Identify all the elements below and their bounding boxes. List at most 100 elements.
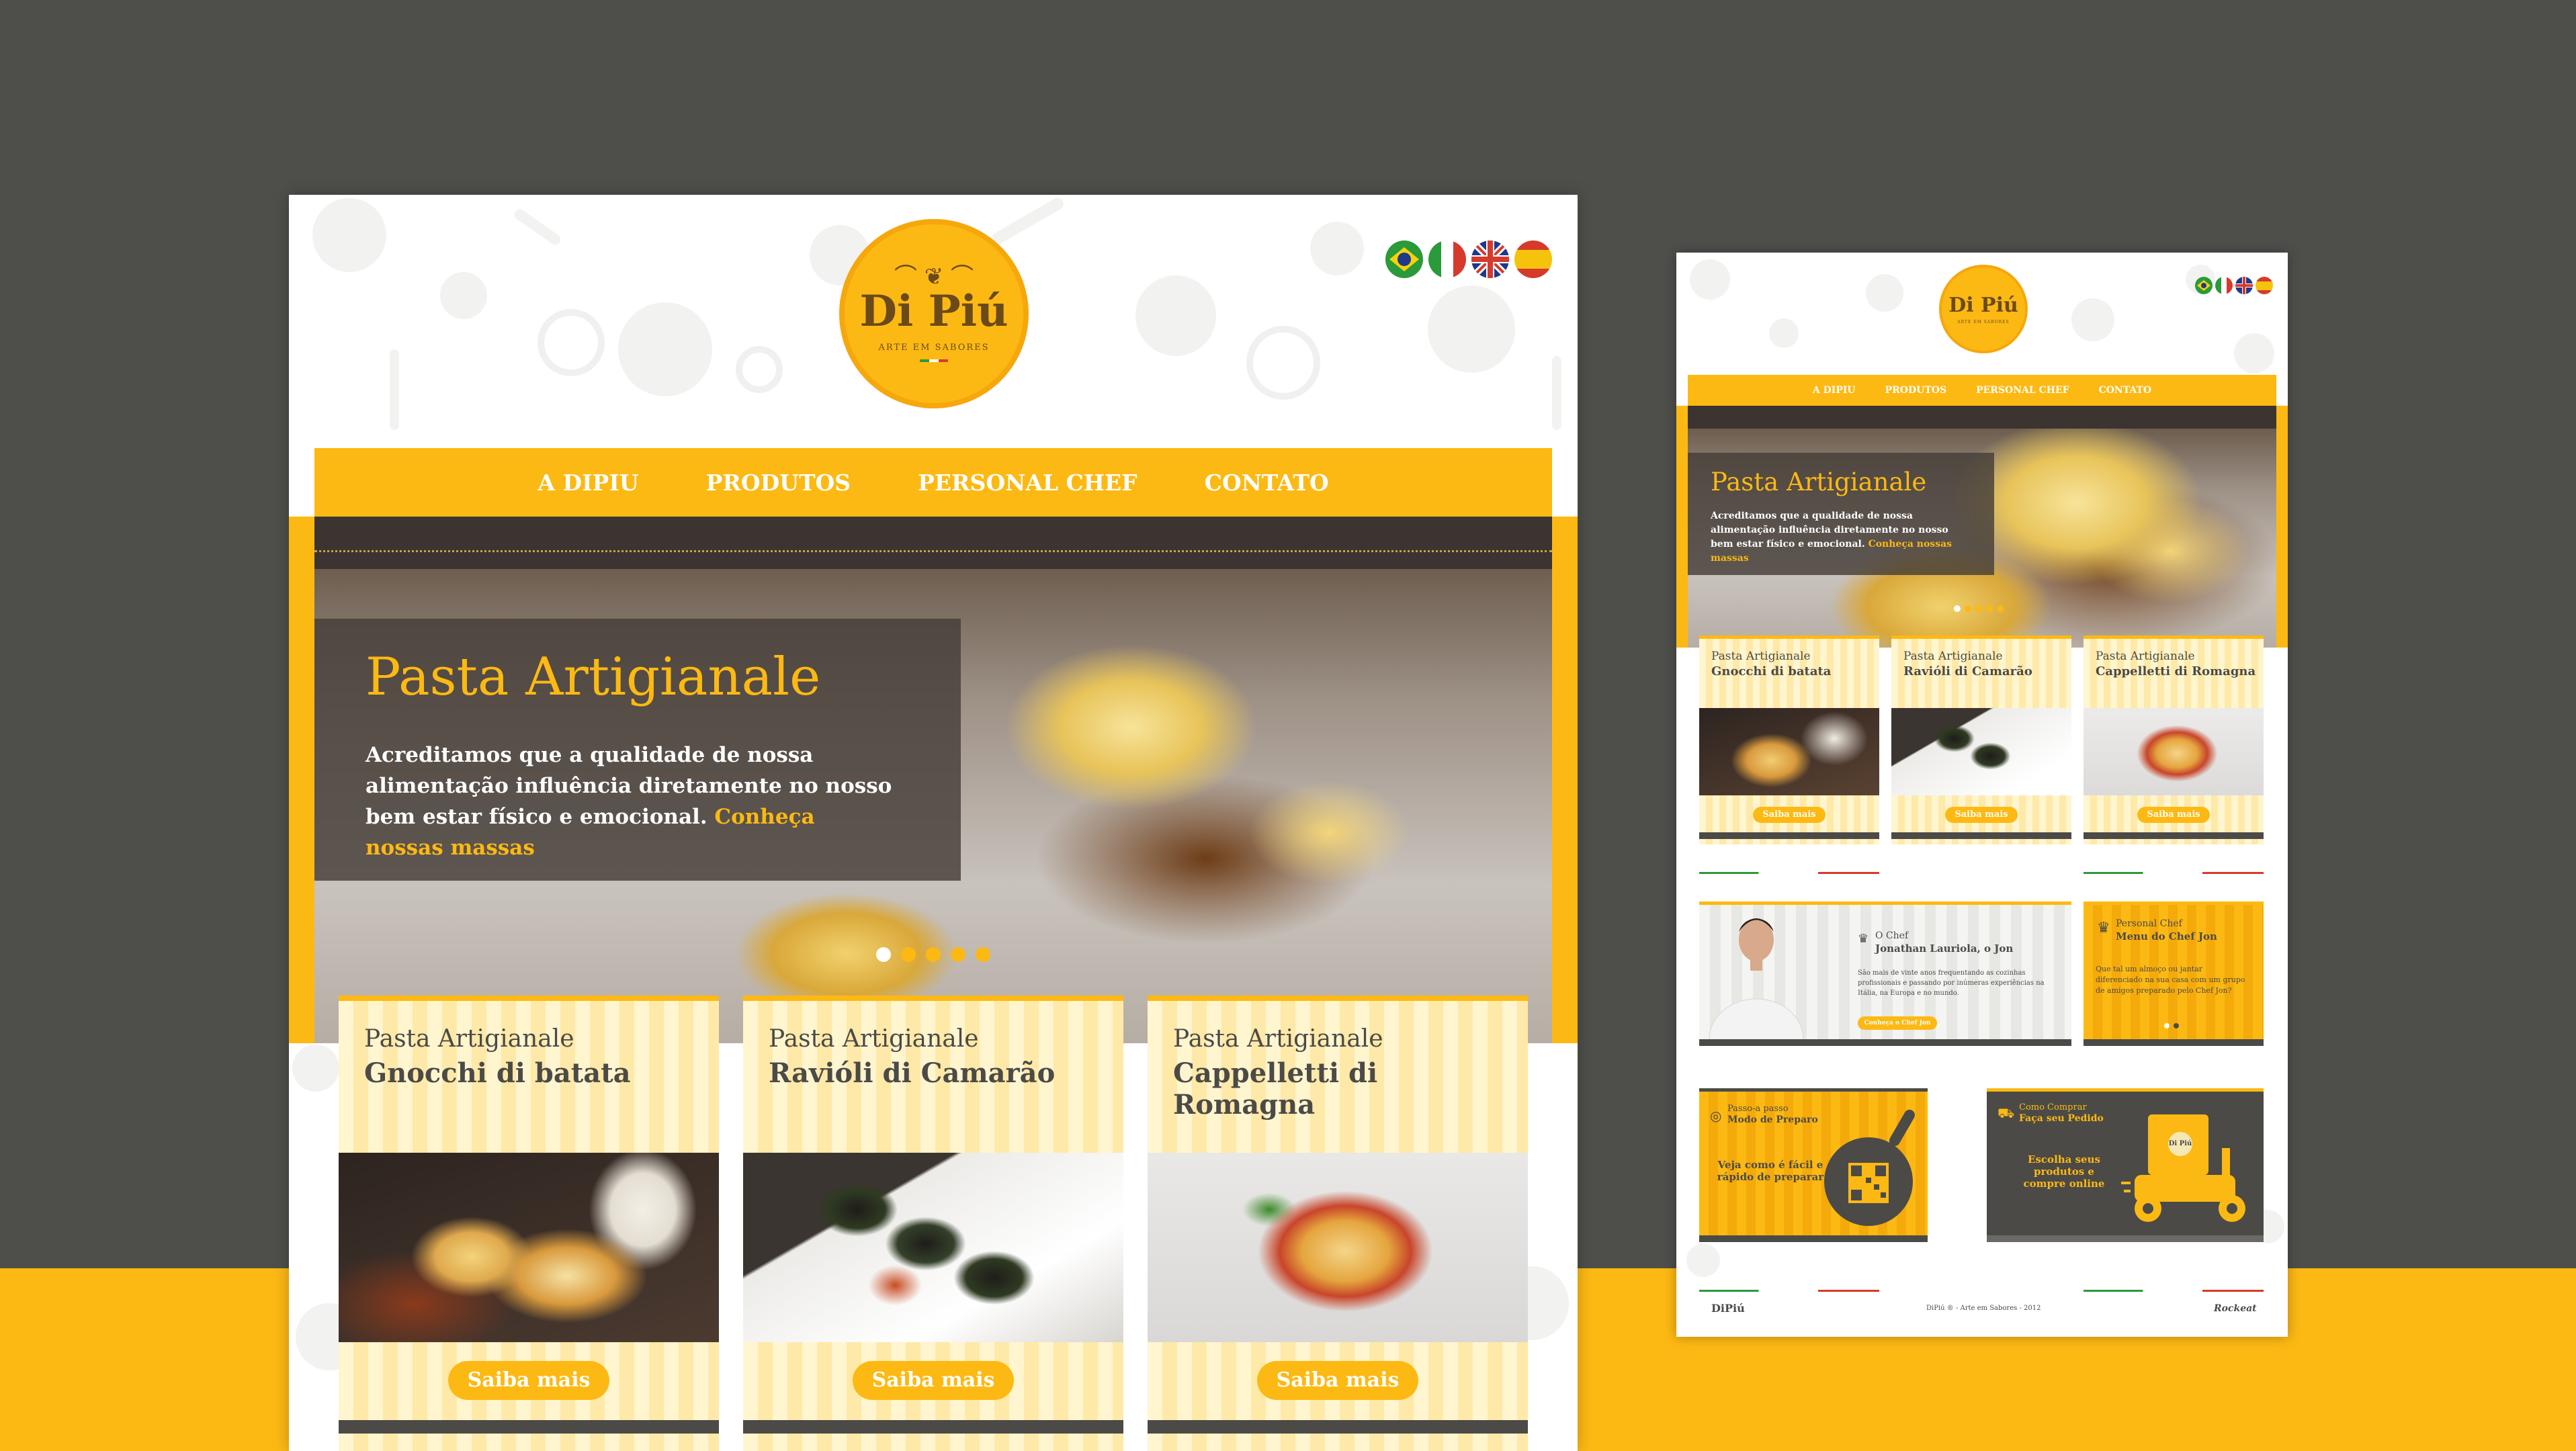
card-footer-band: [1148, 1420, 1528, 1434]
card-kicker: Pasta Artigianale: [364, 1025, 574, 1053]
main-nav: A DIPIU PRODUTOS PERSONAL CHEF CONTATO: [1688, 375, 2276, 406]
pan-qr-graphic: [1824, 1109, 1915, 1226]
nav-item-personal-chef[interactable]: PERSONAL CHEF: [1976, 385, 2069, 396]
saiba-mais-button[interactable]: Saiba mais: [1753, 807, 1826, 823]
order-badge: Di Piú: [2168, 1132, 2192, 1156]
flag-brazil-icon[interactable]: [1385, 240, 1423, 278]
order-text: Escolha seus produtos e compre online: [2023, 1153, 2105, 1190]
flag-italy-icon[interactable]: [2215, 277, 2233, 294]
slide-dot-1[interactable]: [876, 947, 891, 962]
flag-brazil-icon[interactable]: [2195, 277, 2213, 294]
product-card-ravioli: Pasta Artigianale Ravióli di Camarão Sai…: [743, 996, 1123, 1451]
saiba-mais-button[interactable]: Saiba mais: [2137, 807, 2210, 823]
card-kicker: Pasta Artigianale: [2096, 650, 2195, 663]
personal-chef-card: ♛ Personal Chef Menu do Chef Jon Que tal…: [2084, 902, 2264, 1046]
flag-uk-icon[interactable]: [2235, 277, 2253, 294]
logo[interactable]: ⌒ ❦ ⌒ Di Piú ARTE EM SABORES: [845, 224, 1023, 403]
slide-dot-2[interactable]: [1965, 605, 1971, 612]
saiba-mais-button[interactable]: Saiba mais: [1257, 1361, 1418, 1400]
chef-kicker: O Chef: [1875, 930, 1909, 941]
card-footer-band: [1699, 1039, 2071, 1046]
order-title: Faça seu Pedido: [2019, 1113, 2104, 1124]
slide-dot-2[interactable]: [901, 947, 916, 962]
delivery-scooter-graphic: [2121, 1114, 2245, 1222]
order-kicker: Como Comprar: [2019, 1102, 2087, 1112]
card-kicker: Pasta Artigianale: [769, 1025, 979, 1053]
chef-section: ♛ O Chef Jonathan Lauriola, o Jon São ma…: [1699, 902, 2071, 1080]
slide-dot-3[interactable]: [926, 947, 941, 962]
card-title: Ravióli di Camarão: [1903, 664, 2032, 678]
language-selector: [1385, 240, 1552, 278]
hero-slider: Pasta Artigianale Acreditamos que a qual…: [314, 517, 1552, 1043]
product-image-cappelletti: [1148, 1153, 1528, 1342]
flag-italy-icon[interactable]: [1428, 240, 1466, 278]
footer-brand: DiPiú: [1711, 1302, 1745, 1315]
hero-slider: Pasta Artigianale Acreditamos que a qual…: [1688, 406, 2276, 648]
truck-icon: ⛟: [1998, 1105, 2015, 1121]
nav-item-a-dipiu[interactable]: A DIPIU: [1813, 385, 1856, 396]
hero-top-dark-band: [1688, 406, 2276, 429]
saiba-mais-button[interactable]: Saiba mais: [853, 1361, 1014, 1400]
personal-chef-text: Que tal um almoço ou jantar diferenciado…: [2096, 965, 2245, 995]
flag-spain-icon[interactable]: [1514, 240, 1552, 278]
card-kicker: Pasta Artigianale: [1903, 650, 2003, 663]
slide-dot-4[interactable]: [1986, 605, 1993, 612]
logo-name: Di Piú: [859, 286, 1008, 337]
nav-item-personal-chef[interactable]: PERSONAL CHEF: [918, 470, 1137, 496]
product-image-ravioli: [743, 1153, 1123, 1342]
language-selector: [2195, 277, 2273, 294]
hero-caption-panel: Pasta Artigianale Acreditamos que a qual…: [1688, 453, 1994, 575]
nav-item-contato[interactable]: CONTATO: [2099, 385, 2152, 396]
chef-name: Jonathan Lauriola, o Jon: [1875, 942, 2014, 955]
prep-card: ◎ Passo-a passo Modo de Preparo Veja com…: [1699, 1088, 1928, 1242]
italian-stripe: [920, 359, 948, 362]
prep-title: Modo de Preparo: [1727, 1114, 1818, 1125]
section-divider: [2084, 872, 2264, 874]
chef-hat-icon: ♛: [2097, 920, 2110, 936]
card-kicker: Pasta Artigianale: [1711, 650, 1811, 663]
nav-item-a-dipiu[interactable]: A DIPIU: [538, 470, 638, 496]
hero-pagination: [1954, 605, 2004, 612]
card-title: Cappelletti di Romagna: [2096, 664, 2256, 678]
personal-chef-pagination: [2164, 1023, 2179, 1028]
nav-item-contato[interactable]: CONTATO: [1205, 470, 1329, 496]
product-image-cappelletti: [2084, 708, 2264, 795]
product-card-cappelletti: Pasta Artigianale Cappelletti di Romagna…: [1148, 996, 1528, 1451]
chef-hat-icon: ♛: [1858, 932, 1869, 946]
footer-credit[interactable]: Rockeat: [2214, 1303, 2257, 1314]
nav-item-produtos[interactable]: PRODUTOS: [706, 470, 851, 496]
personal-chef-kicker: Personal Chef: [2116, 918, 2182, 929]
flag-uk-icon[interactable]: [1471, 240, 1509, 278]
card-footer-band: [1891, 832, 2071, 839]
nav-item-produtos[interactable]: PRODUTOS: [1885, 385, 1946, 396]
card-footer-band: [1699, 1235, 1928, 1242]
card-title: Ravióli di Camarão: [769, 1057, 1056, 1089]
section-divider: [1699, 872, 1879, 874]
hero-title: Pasta Artigianale: [1711, 468, 1927, 496]
prep-kicker: Passo-a passo: [1727, 1104, 1789, 1114]
slide-dot-5[interactable]: [1997, 605, 2004, 612]
slide-dot-4[interactable]: [951, 947, 965, 962]
logo[interactable]: Di Piú ARTE EM SABORES: [1942, 267, 2025, 351]
flag-spain-icon[interactable]: [2256, 277, 2273, 294]
logo-tagline: ARTE EM SABORES: [878, 342, 990, 353]
slide-dot-1[interactable]: [2164, 1023, 2170, 1028]
hero-text: Acreditamos que a qualidade de nossa ali…: [366, 740, 896, 863]
slide-dot-5[interactable]: [976, 947, 990, 962]
saiba-mais-button[interactable]: Saiba mais: [1945, 807, 2018, 823]
saiba-mais-button[interactable]: Saiba mais: [448, 1361, 609, 1400]
card-title: Gnocchi di batata: [364, 1057, 631, 1089]
card-footer-band: [743, 1420, 1123, 1434]
conheca-chef-button[interactable]: Conheça o Chef Jon: [1858, 1016, 1937, 1030]
card-footer-band: [2084, 1039, 2264, 1046]
footer-divider: [2084, 1290, 2264, 1292]
slide-dot-2[interactable]: [2174, 1023, 2179, 1028]
slide-dot-1[interactable]: [1954, 605, 1961, 612]
slide-dot-3[interactable]: [1975, 605, 1982, 612]
desktop-mockup: ⌒ ❦ ⌒ Di Piú ARTE EM SABORES A DIPIU PRO…: [289, 195, 1578, 1451]
card-title: Gnocchi di batata: [1711, 664, 1832, 678]
product-image-ravioli: [1891, 708, 2071, 795]
footer-copyright: DiPiú ® - Arte em Sabores - 2012: [1926, 1305, 2041, 1312]
card-footer-band: [339, 1420, 719, 1434]
main-nav: A DIPIU PRODUTOS PERSONAL CHEF CONTATO: [314, 448, 1552, 517]
